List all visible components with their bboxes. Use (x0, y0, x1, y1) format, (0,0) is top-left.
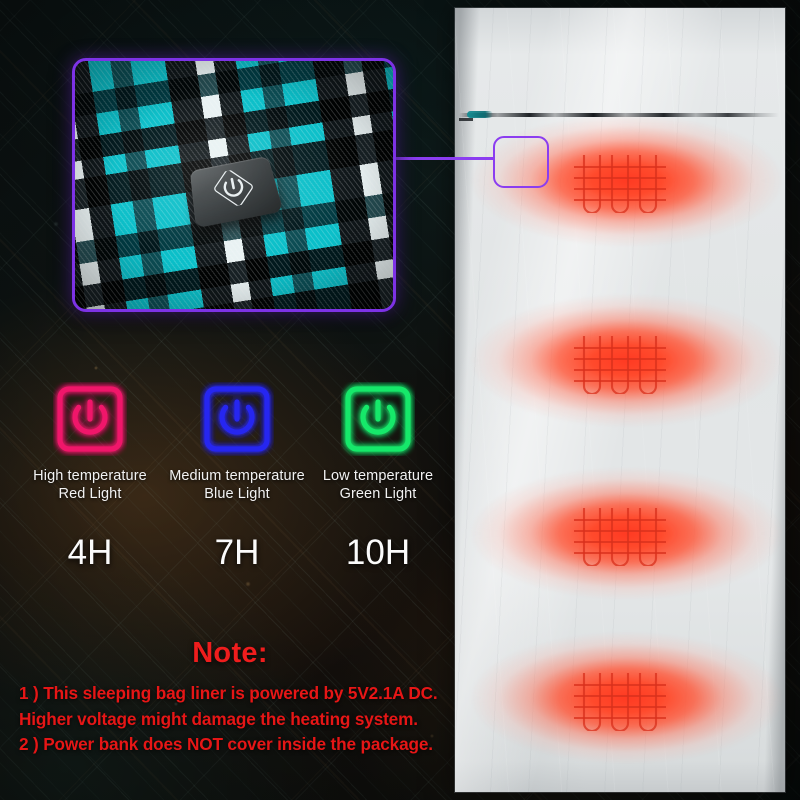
note-title: Note: (192, 637, 268, 669)
power-icon (53, 382, 127, 456)
note-line-3: 2 ) Power bank does NOT cover inside the… (19, 734, 433, 754)
mode-label-line1: Low temperature (322, 468, 434, 484)
bag-seam-teal-patch (467, 111, 493, 118)
heating-zone-4 (455, 615, 785, 781)
mode-label-line2: Red Light (58, 486, 122, 502)
note-line-1: 1 ) This sleeping bag liner is powered b… (19, 683, 438, 703)
note-body: 1 ) This sleeping bag liner is powered b… (4, 681, 456, 758)
mode-hours-medium: 7H (214, 533, 260, 572)
note-line-2: Higher voltage might damage the heating … (19, 708, 418, 729)
bag-seam-tick (459, 118, 473, 121)
mode-label-line2: Green Light (339, 486, 417, 502)
note-block: Note: 1 ) This sleeping bag liner is pow… (4, 636, 456, 758)
mode-label-line1: High temperature (33, 468, 147, 484)
mode-medium[interactable]: Medium temperature Blue Light (163, 382, 311, 503)
heating-zone-2 (455, 278, 785, 444)
heating-coil-icon (568, 665, 672, 731)
mode-high[interactable]: High temperature Red Light (16, 382, 164, 503)
mode-low[interactable]: Low temperature Green Light (304, 382, 452, 503)
mode-hours-low: 10H (345, 533, 411, 572)
mode-label-line2: Blue Light (204, 486, 270, 502)
infographic-canvas: High temperature Red Light 4H Medium tempe… (0, 0, 800, 800)
bag-seam (459, 113, 779, 117)
callout-connector-line (385, 157, 495, 160)
power-icon (341, 382, 415, 456)
heating-coil-icon (568, 147, 672, 214)
mode-label-line1: Medium temperature (169, 468, 305, 484)
mode-label-low: Low temperature Green Light (304, 467, 452, 503)
sleeping-bag-liner (455, 8, 785, 792)
controller-callout-box (493, 136, 549, 188)
heating-coil-icon (568, 328, 672, 394)
mode-label-high: High temperature Red Light (16, 467, 164, 503)
heating-zone-3 (455, 450, 785, 616)
mode-hours-high: 4H (67, 533, 113, 572)
mode-label-medium: Medium temperature Blue Light (163, 467, 311, 503)
inset-photo-frame (72, 58, 396, 312)
power-icon (200, 382, 274, 456)
heating-coil-icon (568, 500, 672, 567)
